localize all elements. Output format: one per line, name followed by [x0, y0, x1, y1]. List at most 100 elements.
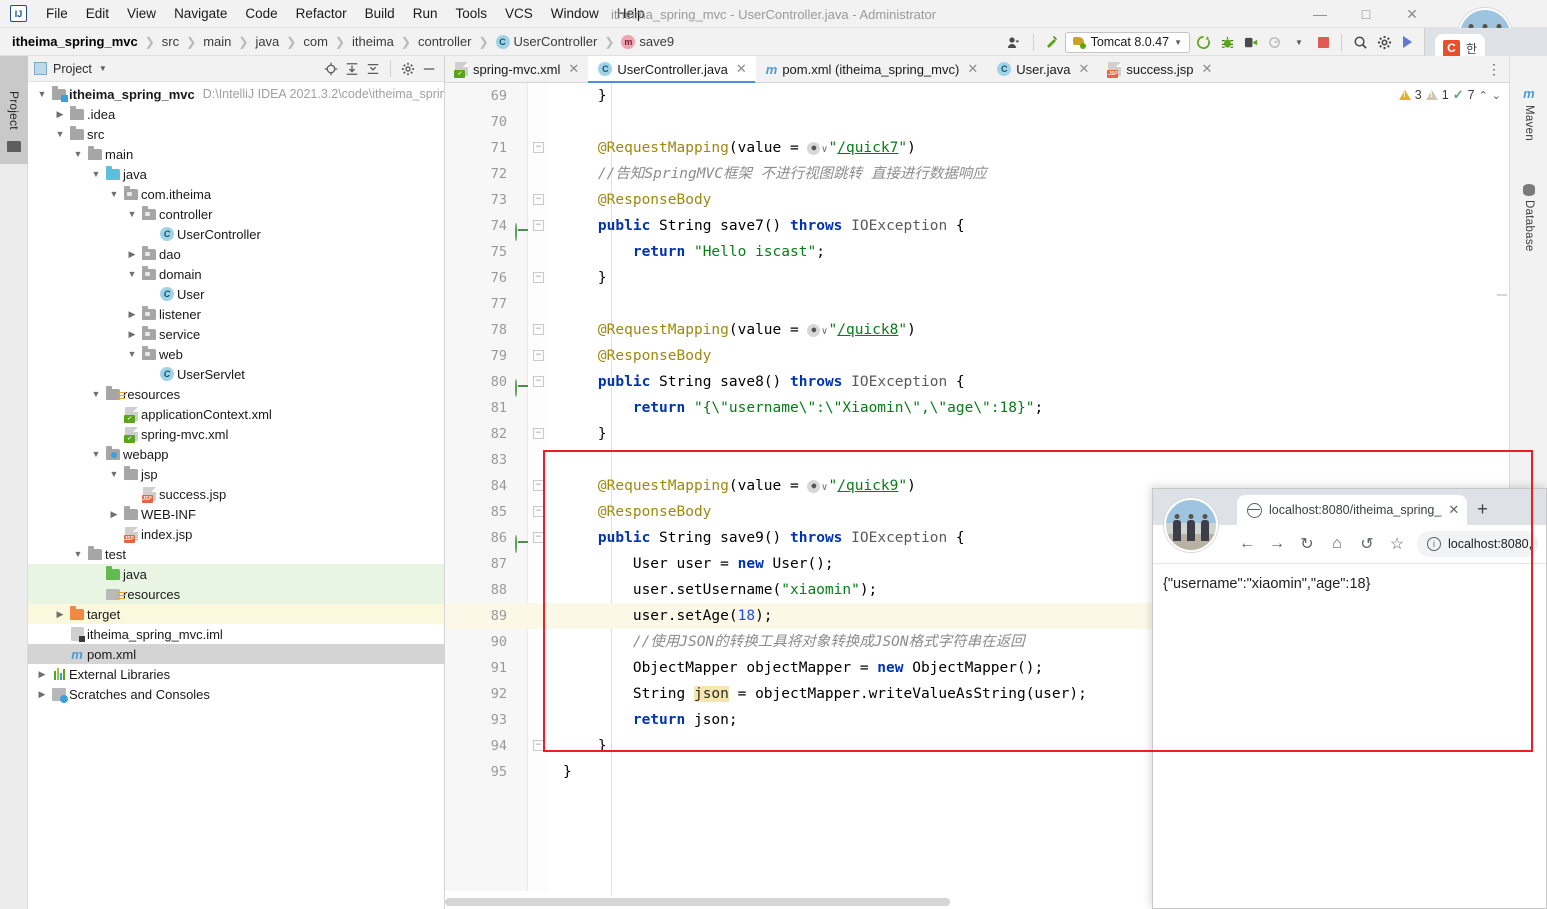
- close-icon[interactable]: ✕: [736, 61, 747, 77]
- code-fold-icon[interactable]: −: [533, 532, 544, 543]
- chevron-down-icon[interactable]: ▼: [34, 89, 50, 99]
- editor-tabs-more-icon[interactable]: ⋮: [1479, 56, 1509, 82]
- maximize-button[interactable]: □: [1343, 0, 1389, 28]
- code-fold-icon[interactable]: −: [533, 220, 544, 231]
- editor-tab-user-java[interactable]: C User.java ✕: [987, 56, 1098, 82]
- tree-item--idea[interactable]: ▶ .idea: [28, 104, 444, 124]
- chevron-down-icon[interactable]: ▼: [70, 149, 86, 159]
- tree-item-main[interactable]: ▼ main: [28, 144, 444, 164]
- tree-item-index-jsp[interactable]: JSP index.jsp: [28, 524, 444, 544]
- editor-tab-usercontroller-java[interactable]: C UserController.java ✕: [588, 56, 756, 83]
- debug-button[interactable]: [1216, 31, 1238, 53]
- back-icon[interactable]: ←: [1237, 535, 1257, 553]
- menu-item-help[interactable]: Help: [608, 3, 654, 24]
- tree-item-src[interactable]: ▼ src: [28, 124, 444, 144]
- breadcrumb-item-src[interactable]: src: [160, 33, 181, 50]
- profiler-button[interactable]: [1264, 31, 1286, 53]
- tool-window-button-maven[interactable]: m Maven: [1517, 86, 1541, 141]
- tree-item-listener[interactable]: ▶ listener: [28, 304, 444, 324]
- code-line[interactable]: 72 //告知SpringMVC框架 不进行视图跳转 直接进行数据响应: [445, 161, 1509, 187]
- code-line[interactable]: 75 return "Hello iscast";: [445, 239, 1509, 265]
- code-line[interactable]: 81 return "{\"username\":\"Xiaomin\",\"a…: [445, 395, 1509, 421]
- tree-item-target[interactable]: ▶ target: [28, 604, 444, 624]
- menu-item-view[interactable]: View: [118, 3, 165, 24]
- code-fold-icon[interactable]: −: [533, 428, 544, 439]
- gear-icon[interactable]: [1373, 31, 1395, 53]
- chevron-right-icon[interactable]: ▶: [52, 109, 68, 120]
- code-line[interactable]: 79 − @ResponseBody: [445, 343, 1509, 369]
- breadcrumb-item-main[interactable]: main: [201, 33, 233, 50]
- tree-item-pom-xml[interactable]: m pom.xml: [28, 644, 444, 664]
- code-fold-icon[interactable]: −: [533, 324, 544, 335]
- url-mapping-icon[interactable]: ● ∨: [807, 140, 828, 156]
- chevron-down-icon[interactable]: ▼: [124, 209, 140, 219]
- run-configuration-selector[interactable]: Tomcat 8.0.47 ▼: [1064, 31, 1190, 53]
- tree-item-com-itheima[interactable]: ▼ com.itheima: [28, 184, 444, 204]
- close-icon[interactable]: ✕: [568, 61, 579, 77]
- code-line[interactable]: 74 − public String save7() throws IOExcep…: [445, 213, 1509, 241]
- next-problem-icon[interactable]: ⌄: [1492, 89, 1501, 102]
- menu-item-refactor[interactable]: Refactor: [287, 3, 356, 24]
- menu-item-file[interactable]: File: [37, 3, 77, 24]
- chevron-right-icon[interactable]: ▶: [106, 509, 122, 520]
- tree-item-dao[interactable]: ▶ dao: [28, 244, 444, 264]
- tree-item-jsp[interactable]: ▼ jsp: [28, 464, 444, 484]
- chevron-down-icon[interactable]: ▼: [70, 549, 86, 559]
- forward-icon[interactable]: →: [1267, 535, 1287, 553]
- code-line[interactable]: 73 − @ResponseBody: [445, 187, 1509, 213]
- tree-item-usercontroller[interactable]: C UserController: [28, 224, 444, 244]
- run-with-coverage-button[interactable]: [1240, 31, 1262, 53]
- menu-item-window[interactable]: Window: [542, 3, 608, 24]
- reload-icon[interactable]: ↻: [1297, 534, 1317, 554]
- tree-item-user[interactable]: C User: [28, 284, 444, 304]
- tool-window-button-project[interactable]: Project: [0, 56, 28, 164]
- tree-item-web-inf[interactable]: ▶ WEB-INF: [28, 504, 444, 524]
- tree-item-external-libraries[interactable]: ▶ External Libraries: [28, 664, 444, 684]
- breadcrumb-item-itheima[interactable]: itheima: [350, 33, 396, 50]
- code-fold-icon[interactable]: −: [533, 480, 544, 491]
- chevron-right-icon[interactable]: ▶: [34, 689, 50, 700]
- chevron-down-icon[interactable]: ▼: [88, 449, 104, 459]
- code-line[interactable]: 76 − }: [445, 265, 1509, 291]
- menu-item-code[interactable]: Code: [236, 3, 286, 24]
- project-view-chevron-icon[interactable]: ▼: [99, 64, 107, 73]
- chevron-down-icon[interactable]: ▼: [88, 389, 104, 399]
- code-line[interactable]: 82 − }: [445, 421, 1509, 447]
- tool-window-button-database[interactable]: Database: [1517, 184, 1541, 252]
- tree-item-domain[interactable]: ▼ domain: [28, 264, 444, 284]
- minimize-button[interactable]: —: [1297, 0, 1343, 28]
- chevron-down-icon[interactable]: ▼: [88, 169, 104, 179]
- menu-item-navigate[interactable]: Navigate: [165, 3, 236, 24]
- tree-item-resources[interactable]: resources: [28, 584, 444, 604]
- code-line[interactable]: 70: [445, 109, 1509, 135]
- editor-tab-spring-mvc-xml[interactable]: ✓ spring-mvc.xml ✕: [445, 56, 588, 82]
- chevron-down-icon[interactable]: ▼: [124, 269, 140, 279]
- site-info-icon[interactable]: i: [1427, 537, 1441, 551]
- chevron-down-icon[interactable]: ▼: [106, 189, 122, 199]
- gear-icon[interactable]: [399, 60, 417, 78]
- new-tab-button[interactable]: +: [1477, 499, 1488, 520]
- locate-icon[interactable]: [322, 60, 340, 78]
- tree-item-userservlet[interactable]: C UserServlet: [28, 364, 444, 384]
- chevron-down-icon[interactable]: ▼: [52, 129, 68, 139]
- editor-hscrollbar-thumb[interactable]: [445, 898, 950, 906]
- chevron-down-icon[interactable]: ▼: [124, 349, 140, 359]
- home-icon[interactable]: ⌂: [1327, 535, 1347, 553]
- chevron-down-icon[interactable]: ▼: [106, 469, 122, 479]
- chevron-right-icon[interactable]: ▶: [124, 309, 140, 320]
- code-fold-icon[interactable]: −: [533, 740, 544, 751]
- code-line[interactable]: 71− @RequestMapping(value = ● ∨"/quick7"): [445, 135, 1509, 161]
- ide-assistant-icon[interactable]: [1397, 31, 1419, 53]
- menu-item-tools[interactable]: Tools: [446, 3, 496, 24]
- menu-item-build[interactable]: Build: [356, 3, 404, 24]
- expand-all-icon[interactable]: [343, 60, 361, 78]
- code-fold-icon[interactable]: −: [533, 194, 544, 205]
- stop-button[interactable]: [1312, 31, 1334, 53]
- close-button[interactable]: ✕: [1389, 0, 1435, 28]
- breadcrumb-item-controller[interactable]: controller: [416, 33, 473, 50]
- history-icon[interactable]: ↺: [1357, 534, 1377, 554]
- tree-item-spring-mvc-xml[interactable]: ✓ spring-mvc.xml: [28, 424, 444, 444]
- close-icon[interactable]: ✕: [1202, 61, 1213, 77]
- breadcrumb-item-java[interactable]: java: [253, 33, 281, 50]
- code-line[interactable]: 80 − public String save8() throws IOExcep…: [445, 369, 1509, 397]
